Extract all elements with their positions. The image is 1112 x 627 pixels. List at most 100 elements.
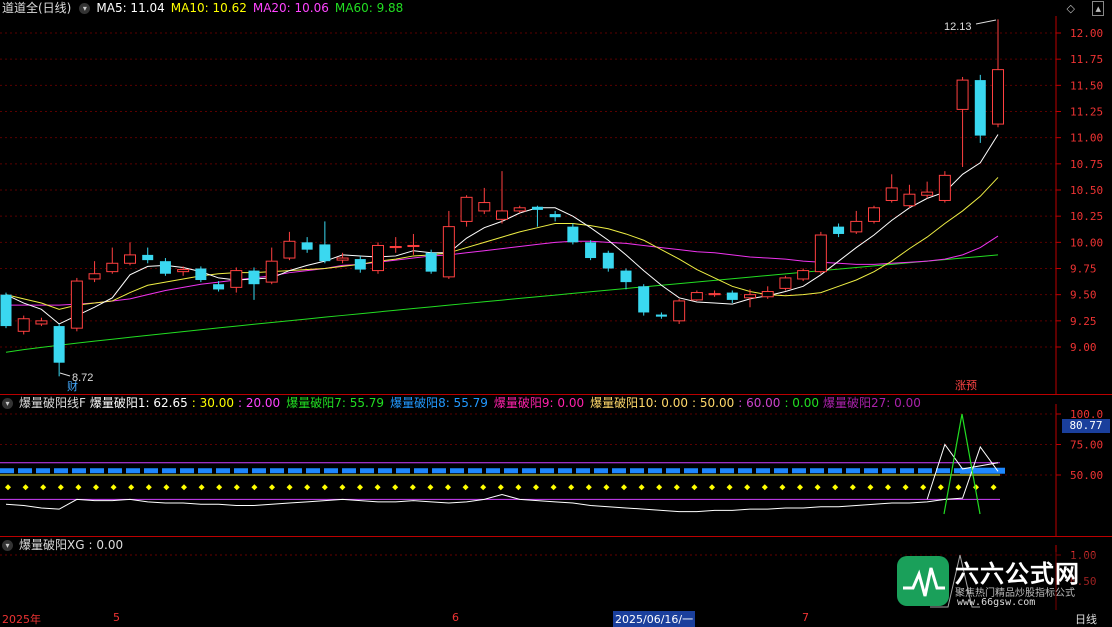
toolbar: ◇ ▴ bbox=[1067, 1, 1104, 16]
signal-dot bbox=[656, 484, 663, 491]
high-price-label: 12.13 bbox=[944, 21, 972, 33]
candle-body-up bbox=[124, 254, 136, 264]
signal-dot bbox=[5, 484, 11, 491]
signal-dot bbox=[691, 484, 698, 491]
date-year: 2025年 bbox=[2, 613, 41, 626]
candle-body-up bbox=[283, 240, 296, 259]
candle-body-up bbox=[850, 220, 863, 233]
candle-body-up bbox=[460, 196, 473, 222]
signal-dot bbox=[251, 484, 258, 491]
signal-dot bbox=[849, 484, 856, 491]
candle-body-down bbox=[655, 314, 667, 317]
settings-box-icon[interactable]: ▴ bbox=[1092, 1, 1104, 16]
price-tick-label: 10.25 bbox=[1070, 210, 1103, 223]
signal-dot bbox=[902, 484, 909, 491]
signal-dot bbox=[462, 484, 469, 491]
ma60-line bbox=[5, 254, 999, 353]
signal-dot bbox=[990, 484, 997, 491]
candle-body-down bbox=[602, 252, 614, 269]
signal-dot bbox=[920, 484, 927, 491]
candle-body-up bbox=[513, 207, 526, 212]
signal-dot bbox=[744, 484, 751, 491]
price-tick-label: 9.50 bbox=[1070, 289, 1097, 302]
price-tick-label: 9.00 bbox=[1070, 341, 1097, 354]
candle-body-up bbox=[265, 260, 278, 283]
price-chart[interactable]: 12.00 11.75 11.50 11.25 11.00 10.75 10.50 10.25… bbox=[0, 16, 1112, 394]
signal-dot bbox=[726, 484, 733, 491]
signal-dot bbox=[110, 484, 117, 491]
signal-dot bbox=[198, 484, 205, 491]
candle-body-up bbox=[106, 262, 119, 273]
candle-body-up bbox=[885, 187, 898, 201]
signal-dot bbox=[145, 484, 152, 491]
diamond-icon[interactable]: ◇ bbox=[1067, 2, 1075, 15]
candle-body-up bbox=[921, 191, 934, 196]
sub1-value-badge: 80.77 bbox=[1062, 419, 1110, 433]
candle-body-up bbox=[407, 244, 420, 248]
candle-body-up bbox=[442, 226, 455, 278]
candle-body-up bbox=[70, 280, 83, 329]
candle-body-up bbox=[761, 291, 774, 298]
candle-body-up bbox=[478, 202, 491, 212]
signal-dot bbox=[445, 484, 451, 491]
signal-dot bbox=[181, 484, 187, 491]
candle-body-down bbox=[0, 294, 12, 327]
indicator-chart-1[interactable]: 100.075.0050.00 bbox=[0, 404, 1112, 536]
price-tick-label: 11.00 bbox=[1070, 132, 1103, 145]
period-label[interactable]: 日线 bbox=[1075, 611, 1097, 627]
signal-dot bbox=[392, 484, 399, 491]
signal-dot bbox=[497, 484, 504, 491]
date-axis: 2025年 5 6 2025/06/16/一 7 日线 bbox=[0, 610, 1112, 627]
ma5-line bbox=[5, 134, 999, 325]
candle-body-down bbox=[549, 214, 561, 218]
candle-body-up bbox=[744, 294, 756, 299]
candle-body-up bbox=[673, 300, 686, 322]
candle-body-down bbox=[53, 326, 65, 363]
candle-body-up bbox=[389, 246, 402, 249]
signal-dot bbox=[339, 484, 346, 491]
signal-dot bbox=[286, 484, 293, 491]
signal-dot bbox=[638, 484, 645, 491]
signal-dot bbox=[233, 484, 240, 491]
low-arrow bbox=[59, 372, 71, 377]
price-tick-label: 11.75 bbox=[1070, 53, 1103, 66]
signal-dot bbox=[814, 484, 821, 491]
brand-logo-icon bbox=[897, 556, 949, 606]
candle-body-down bbox=[833, 226, 845, 234]
moving-averages bbox=[5, 134, 999, 353]
candle-body-down bbox=[974, 80, 986, 136]
price-tick-label: 11.50 bbox=[1070, 79, 1103, 92]
signal-dot bbox=[304, 484, 311, 491]
signal-dot bbox=[709, 484, 715, 491]
candle-body-down bbox=[248, 270, 260, 285]
collapse-icon[interactable]: ▾ bbox=[79, 3, 91, 14]
candle-body-down bbox=[585, 242, 597, 259]
signal-dot bbox=[550, 484, 557, 491]
signal-dot bbox=[480, 484, 487, 491]
cai-marker: 财 bbox=[67, 379, 78, 393]
zhangyu-marker: 涨预 bbox=[955, 379, 977, 392]
candle-body-down bbox=[638, 286, 650, 313]
price-tick-label: 9.25 bbox=[1070, 315, 1097, 328]
date-selected[interactable]: 2025/06/16/一 bbox=[613, 611, 696, 627]
candle-body-down bbox=[319, 244, 331, 262]
candle-body-up bbox=[708, 293, 721, 296]
main-chart-header: 道道全(日线) ▾ MA5: 11.04 MA10: 10.62 MA20: 10.06… bbox=[0, 0, 409, 16]
stock-title[interactable]: 道道全(日线) bbox=[2, 1, 71, 15]
candle-body-up bbox=[814, 234, 827, 273]
candle-body-down bbox=[354, 259, 366, 270]
candle-body-down bbox=[425, 252, 437, 272]
price-tick-label: 12.00 bbox=[1070, 27, 1103, 40]
signal-dot bbox=[216, 484, 223, 491]
signal-dot bbox=[128, 484, 135, 491]
signal-dot bbox=[568, 484, 575, 491]
candle-body-down bbox=[726, 292, 738, 300]
signal-dot bbox=[409, 484, 416, 491]
sub1-tick-label: 50.00 bbox=[1070, 469, 1103, 482]
candle-body-up bbox=[903, 193, 916, 207]
candle-body-down bbox=[159, 261, 171, 274]
candle-body-up bbox=[177, 269, 190, 273]
candlesticks bbox=[0, 19, 1004, 377]
signal-dot bbox=[75, 484, 82, 491]
price-tick-label: 10.50 bbox=[1070, 184, 1103, 197]
